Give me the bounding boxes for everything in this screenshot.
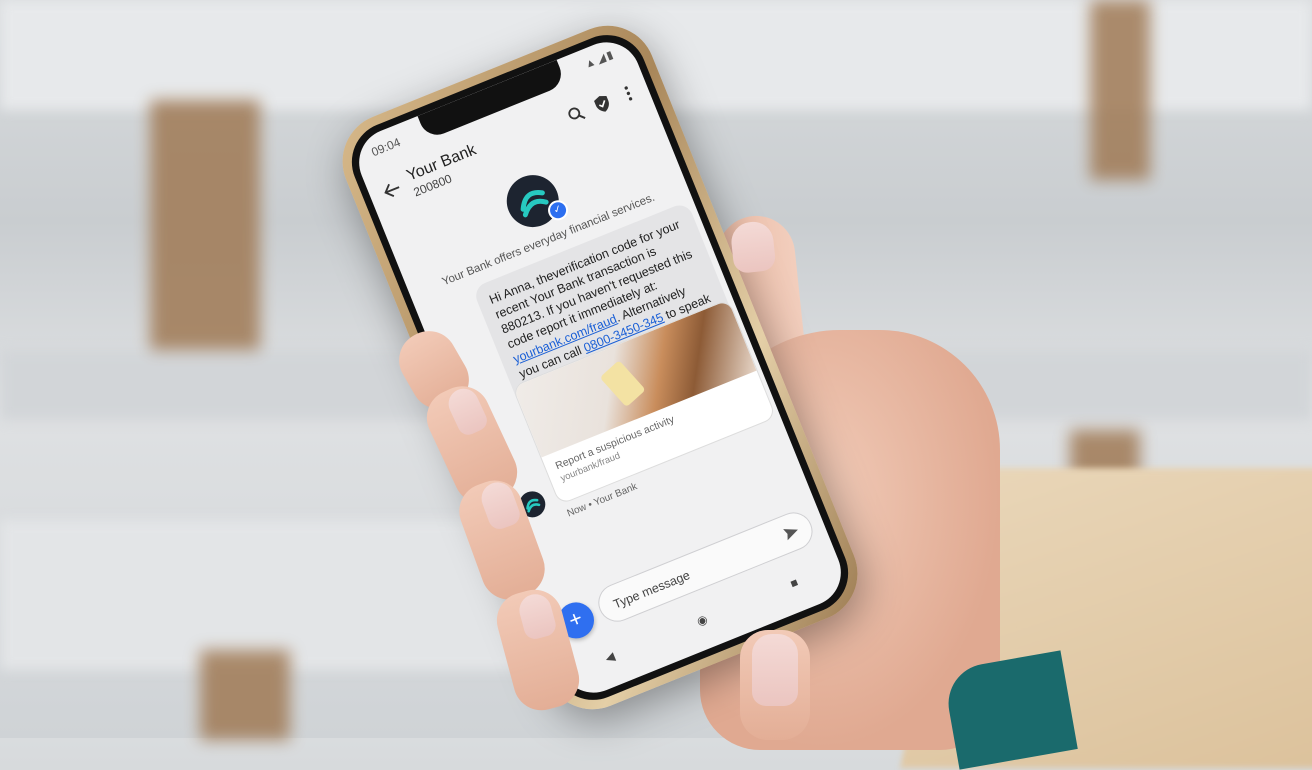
- background-pillar: [150, 100, 260, 350]
- nav-back-icon[interactable]: ◀: [597, 644, 623, 670]
- background-pillar: [1090, 0, 1150, 180]
- header-actions: [563, 80, 641, 127]
- card-image-detail: [599, 360, 646, 408]
- status-time: 09:04: [369, 135, 403, 160]
- back-arrow-icon[interactable]: [378, 176, 407, 205]
- verified-shield-icon[interactable]: [589, 91, 615, 117]
- more-options-icon[interactable]: [615, 80, 641, 106]
- signal-battery-icons: ▲◢▮: [583, 48, 617, 72]
- search-icon[interactable]: [563, 101, 589, 127]
- finger-nail: [752, 634, 798, 706]
- background-pillar: [200, 650, 290, 740]
- nav-home-icon[interactable]: ◉: [689, 607, 715, 633]
- nav-recents-icon[interactable]: ■: [781, 570, 807, 596]
- bank-logo: ✓: [498, 167, 572, 235]
